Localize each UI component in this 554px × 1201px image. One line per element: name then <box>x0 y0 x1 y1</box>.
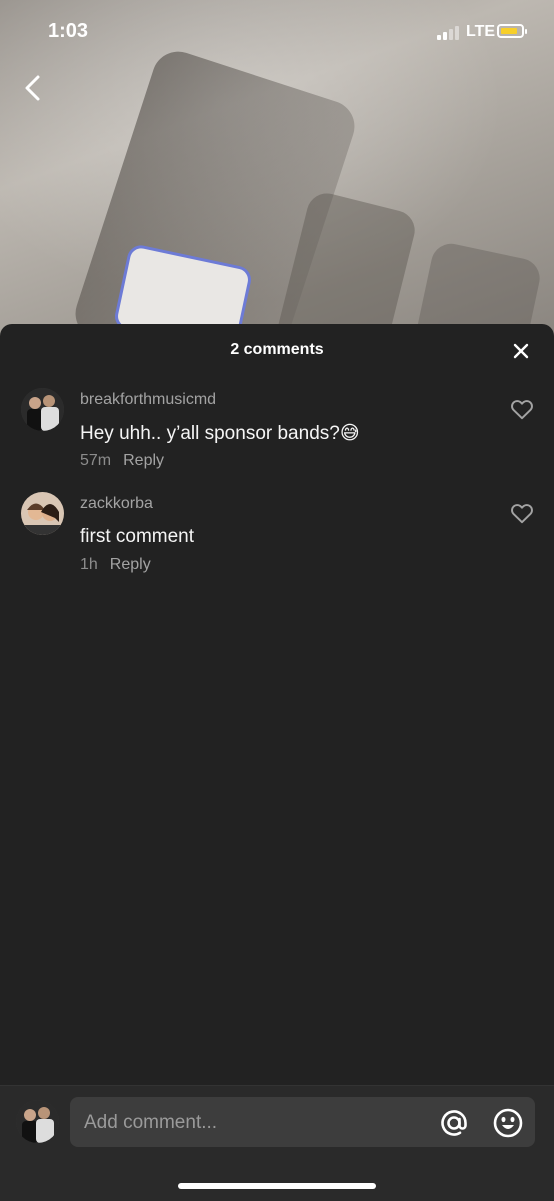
status-bar: 1:03 LTE <box>0 0 554 66</box>
status-time: 1:03 <box>48 20 89 42</box>
home-indicator <box>178 1183 376 1189</box>
reply-button[interactable]: Reply <box>123 452 164 470</box>
comments-sheet: 2 comments breakforthmusicmd Hey uhh.. y… <box>0 324 554 1200</box>
sweat-smile-emoji: 😅 <box>339 423 360 444</box>
comment-text: Hey uhh.. y’all sponsor bands?😅 <box>80 422 360 445</box>
comment-text-body: Hey uhh.. y’all sponsor bands? <box>80 423 340 444</box>
heart-icon[interactable] <box>509 396 535 422</box>
comment-username[interactable]: breakforthmusicmd <box>80 391 216 409</box>
comment-username[interactable]: zackkorba <box>80 495 153 513</box>
comment-meta: 57m Reply <box>80 452 164 470</box>
reply-button[interactable]: Reply <box>110 556 151 574</box>
comment-time: 57m <box>80 452 112 469</box>
comment-time: 1h <box>80 556 98 573</box>
avatar[interactable] <box>21 492 64 535</box>
avatar <box>16 1100 59 1143</box>
network-type: LTE <box>466 23 496 40</box>
heart-icon[interactable] <box>509 500 535 526</box>
at-sign-icon[interactable] <box>438 1107 470 1139</box>
comment-meta: 1h Reply <box>80 556 151 574</box>
comment-input[interactable] <box>82 1097 426 1149</box>
comments-count-title: 2 comments <box>230 341 324 358</box>
close-icon[interactable] <box>510 340 532 362</box>
battery-icon <box>497 24 527 38</box>
signal-icon <box>437 26 459 40</box>
comment-text: first comment <box>80 526 195 547</box>
comment-input-container <box>70 1097 535 1149</box>
avatar[interactable] <box>21 388 64 431</box>
back-chevron-icon[interactable] <box>18 72 50 104</box>
emoji-icon[interactable] <box>492 1107 524 1139</box>
